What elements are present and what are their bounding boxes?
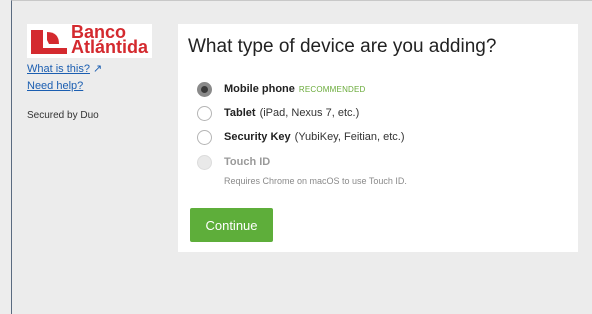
touch-id-note: Requires Chrome on macOS to use Touch ID… xyxy=(224,176,407,186)
device-type-card: What type of device are you adding? Mobi… xyxy=(178,24,578,252)
option-label: Mobile phone xyxy=(224,83,295,95)
page-title: What type of device are you adding? xyxy=(188,36,497,57)
sidebar: Banco Atlántida What is this? ↗ Need help… xyxy=(27,23,157,121)
option-security-key[interactable]: Security Key (YubiKey, Feitian, etc.) xyxy=(197,128,405,146)
option-label: Security Key xyxy=(224,131,291,143)
radio-tablet[interactable] xyxy=(197,105,212,121)
what-is-this-label: What is this? xyxy=(27,63,90,75)
option-touch-id: Touch ID xyxy=(197,153,270,171)
logo-text: Banco Atlántida xyxy=(71,23,149,57)
option-detail: (iPad, Nexus 7, etc.) xyxy=(259,107,360,119)
radio-security-key[interactable] xyxy=(197,129,212,145)
logo-line-2: Atlántida xyxy=(71,37,149,57)
secured-by-text: Secured by Duo xyxy=(27,110,99,121)
option-mobile-phone[interactable]: Mobile phone RECOMMENDED xyxy=(197,80,366,98)
recommended-badge: RECOMMENDED xyxy=(298,84,366,94)
external-link-icon: ↗ xyxy=(92,63,103,75)
need-help-link[interactable]: Need help? xyxy=(27,80,83,92)
radio-mobile-phone[interactable] xyxy=(197,81,212,97)
option-detail: (YubiKey, Feitian, etc.) xyxy=(294,131,405,143)
continue-button[interactable]: Continue xyxy=(190,208,273,242)
bank-logo-icon xyxy=(31,30,67,54)
option-tablet[interactable]: Tablet (iPad, Nexus 7, etc.) xyxy=(197,104,359,122)
banco-atlantida-logo: Banco Atlántida xyxy=(27,23,152,58)
option-label: Touch ID xyxy=(224,156,271,168)
what-is-this-link[interactable]: What is this? ↗ xyxy=(27,62,102,75)
radio-touch-id xyxy=(197,154,212,170)
option-label: Tablet xyxy=(224,107,256,119)
